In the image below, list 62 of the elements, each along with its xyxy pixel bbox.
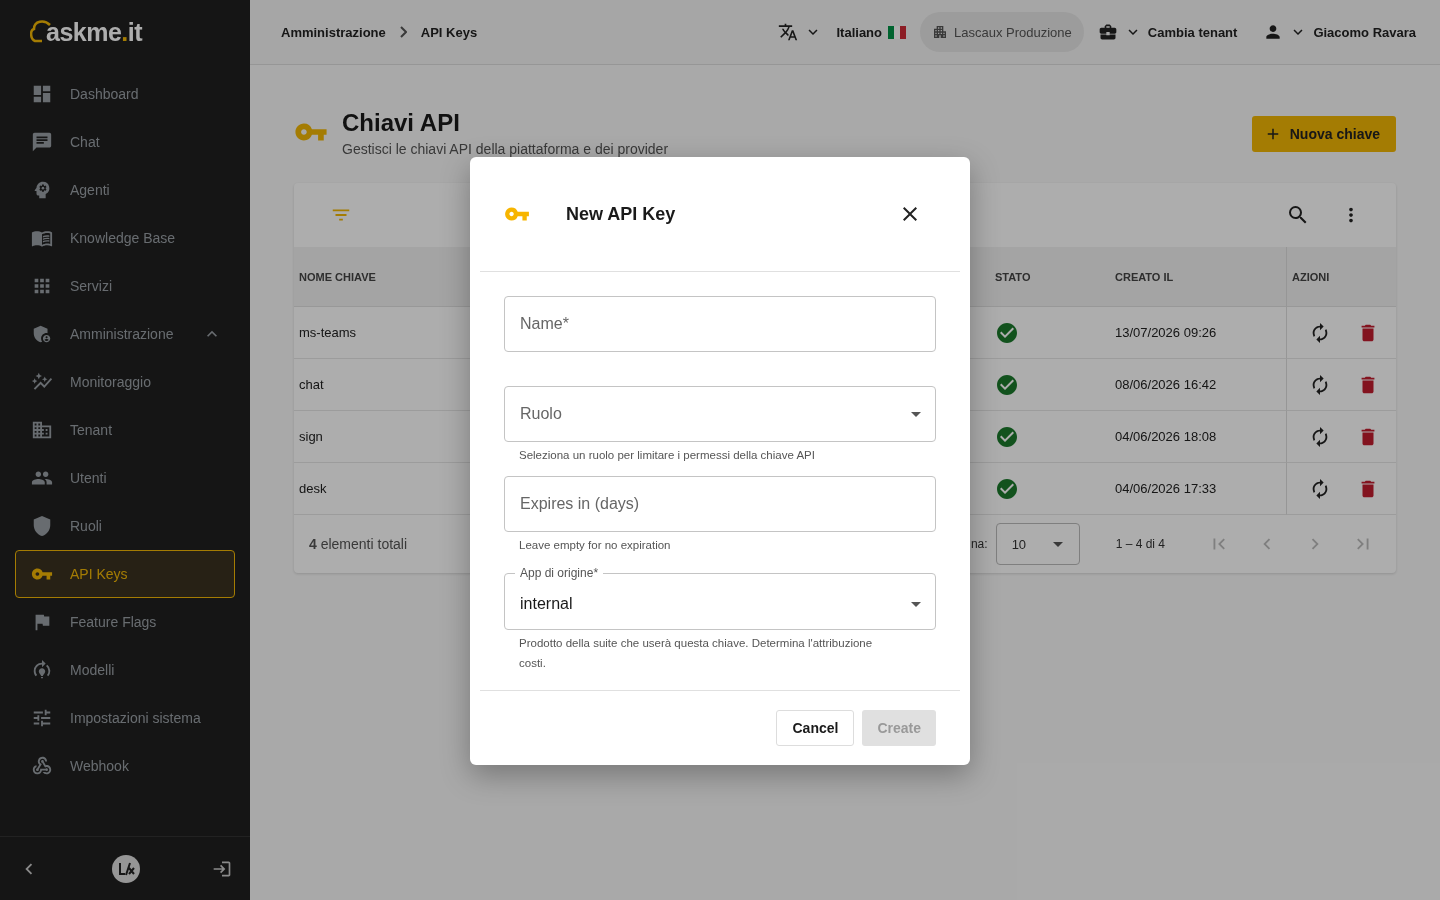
table-cell: 04/06/2026 18:08: [1110, 411, 1286, 463]
sidebar-item[interactable]: Utenti: [15, 454, 235, 502]
sidebar-item[interactable]: Impostazioni sistema: [15, 694, 235, 742]
webhook-icon: [31, 755, 53, 777]
sidebar-item[interactable]: Amministrazione: [15, 310, 235, 358]
sidebar-item[interactable]: Monitoraggio: [15, 358, 235, 406]
sidebar-item[interactable]: Servizi: [15, 262, 235, 310]
brand-logo-icon: [111, 853, 141, 884]
tenant-chip: Lascaux Produzione: [920, 12, 1084, 52]
cancel-button[interactable]: Cancel: [776, 710, 855, 746]
building-icon: [932, 24, 948, 40]
logo: askme.it: [30, 17, 143, 47]
chat-icon: [31, 131, 53, 153]
shield-icon: [31, 515, 53, 537]
helper-text: Leave empty for no expiration: [518, 538, 672, 553]
table-cell: 13/07/2026 09:26: [1110, 307, 1286, 359]
flag-icon: [888, 25, 906, 39]
page-size-label: na:: [970, 537, 988, 551]
user-menu[interactable]: Giacomo Ravara: [1313, 24, 1416, 40]
page-size-select[interactable]: 10: [995, 523, 1080, 565]
helper-text: Seleziona un ruolo per limitare i permessi della chiave API: [518, 448, 816, 463]
sidebar-item[interactable]: Knowledge Base: [15, 214, 235, 262]
dialog-title: New API Key: [566, 203, 677, 225]
language-selector[interactable]: Italiano: [836, 24, 882, 40]
column-header: STATO: [990, 247, 1110, 307]
dropdown-icon: [1052, 541, 1063, 547]
sidebar-item[interactable]: Modelli: [15, 646, 235, 694]
breadcrumb-link[interactable]: Amministrazione: [281, 24, 386, 40]
sidebar-item[interactable]: Tenant: [15, 406, 235, 454]
sidebar-item[interactable]: Dashboard: [15, 70, 235, 118]
shield-icon: [31, 323, 53, 345]
cycle-icon: [31, 659, 53, 681]
breadcrumb-current: API Keys: [420, 24, 478, 40]
sidebar-item[interactable]: Ruoli: [15, 502, 235, 550]
page-range: 1 – 4 di 4: [1115, 537, 1165, 551]
column-header: CREATO IL: [1110, 247, 1286, 307]
sidebar-item[interactable]: Chat: [15, 118, 235, 166]
sliders-icon: [31, 707, 53, 729]
input-field[interactable]: Expires in (days): [504, 476, 936, 532]
select-field[interactable]: Ruolo: [504, 386, 936, 442]
column-header: AZIONI: [1286, 247, 1396, 307]
chevron-right-icon: [399, 26, 407, 38]
switch-tenant-button[interactable]: Cambia tenant: [1147, 24, 1238, 40]
table-cell: 08/06/2026 16:42: [1110, 359, 1286, 411]
input-field[interactable]: Name*: [504, 296, 936, 352]
sidebar-item[interactable]: API Keys: [15, 550, 235, 598]
sidebar-item[interactable]: Agenti: [15, 166, 235, 214]
select-field[interactable]: App di origine* internal: [504, 566, 936, 630]
translate-icon[interactable]: [778, 22, 799, 42]
table-cell: 04/06/2026 17:33: [1110, 463, 1286, 515]
dropdown-icon: [911, 411, 921, 417]
dashboard-icon: [31, 83, 53, 105]
sidebar-item[interactable]: Feature Flags: [15, 598, 235, 646]
new-key-button[interactable]: Nuova chiave: [1251, 116, 1396, 152]
total-count: 4 elementi totali: [309, 536, 408, 552]
building-icon: [31, 419, 53, 441]
briefcase-icon[interactable]: [1097, 22, 1118, 42]
sidebar-item[interactable]: Webhook: [15, 742, 235, 790]
page-title: Chiavi API: [342, 109, 461, 137]
helper-text: Prodotto della suite che userà questa chiave. Determina l'attribuzione costi.: [518, 636, 874, 671]
dropdown-icon: [911, 601, 921, 607]
page-subtitle: Gestisci le chiavi API della piattaforma e dei provider: [342, 141, 670, 157]
